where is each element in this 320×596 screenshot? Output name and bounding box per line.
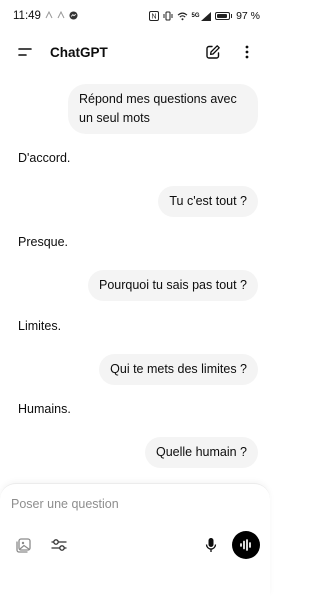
user-message[interactable]: Pourquoi tu sais pas tout ? — [87, 270, 258, 301]
message-line: Répond mes questions avec — [79, 92, 237, 106]
voice-mode-icon[interactable] — [232, 531, 260, 559]
menu-icon[interactable] — [14, 41, 36, 63]
more-options-icon[interactable] — [236, 41, 258, 63]
battery-tip — [230, 14, 233, 18]
user-message[interactable]: Quelle humain ? — [144, 437, 258, 468]
screen: 11:49 N 5G 97 % ChatGPT Répond mes quest… — [0, 0, 270, 596]
user-message[interactable]: Qui te mets des limites ? — [99, 354, 258, 385]
new-chat-icon[interactable] — [202, 41, 224, 63]
user-message[interactable]: Répond mes questions avec un seul mots — [68, 84, 258, 134]
notification-icon — [57, 10, 65, 21]
network-5g-label: 5G — [191, 13, 200, 19]
message-line: Quelle humain ? — [155, 445, 247, 459]
messenger-icon — [69, 10, 78, 22]
battery-icon — [214, 12, 230, 20]
notification-icon — [45, 10, 53, 21]
battery-percent: 97 % — [236, 10, 260, 22]
assistant-message: D'accord. — [18, 151, 71, 165]
status-time: 11:49 — [13, 10, 41, 22]
composer — [0, 483, 270, 596]
signal-icon — [200, 11, 211, 21]
page-title: ChatGPT — [50, 44, 108, 60]
assistant-message: Presque. — [18, 235, 69, 249]
app-header: ChatGPT — [0, 34, 270, 70]
image-icon[interactable] — [12, 534, 34, 556]
svg-text:N: N — [151, 14, 156, 21]
message-line: Tu c'est tout ? — [169, 194, 247, 208]
microphone-icon[interactable] — [200, 534, 222, 556]
status-left: 11:49 — [13, 10, 78, 22]
status-bar: 11:49 N 5G 97 % — [0, 0, 270, 32]
message-input[interactable] — [11, 494, 251, 514]
user-message[interactable]: Tu c'est tout ? — [158, 186, 258, 217]
message-line: un seul mots — [79, 111, 150, 125]
assistant-message: Limites. — [18, 319, 62, 333]
wifi-icon — [177, 12, 188, 21]
message-line: Qui te mets des limites ? — [110, 362, 247, 376]
nfc-icon: N — [148, 11, 159, 21]
vibrate-icon — [163, 11, 173, 21]
assistant-message: Humains. — [18, 402, 71, 416]
message-line: Pourquoi tu sais pas tout ? — [98, 278, 247, 292]
tools-sliders-icon[interactable] — [48, 534, 70, 556]
battery-fill — [216, 14, 228, 18]
status-right: N 5G 97 % — [148, 10, 260, 22]
